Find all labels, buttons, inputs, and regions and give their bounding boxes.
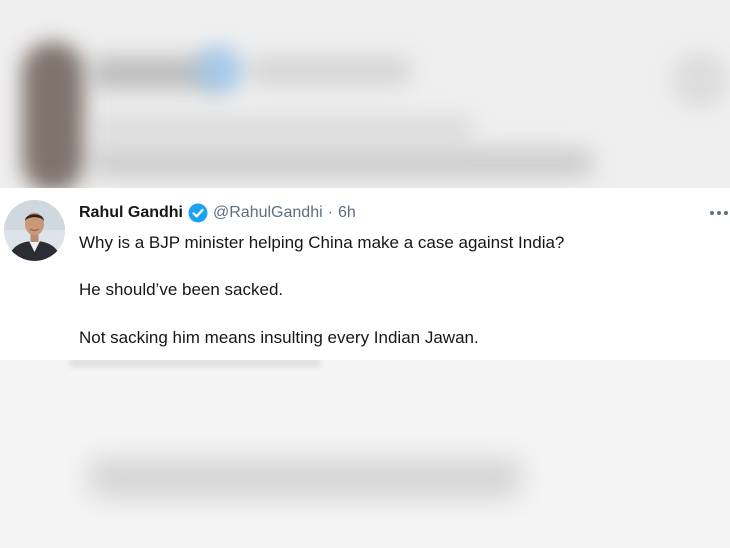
tweet-header: Rahul Gandhi @RahulGandhi · 6h	[79, 203, 356, 223]
blurred-next-content	[0, 360, 730, 548]
display-name[interactable]: Rahul Gandhi	[79, 204, 183, 222]
user-handle[interactable]: @RahulGandhi	[213, 204, 323, 222]
tweet-text-line: Not sacking him means insulting every In…	[79, 328, 479, 347]
avatar[interactable]	[4, 200, 65, 261]
blurred-avatar	[22, 42, 84, 188]
more-horizontal-icon	[710, 211, 728, 215]
timestamp[interactable]: 6h	[338, 204, 356, 222]
separator-dot: ·	[327, 204, 333, 221]
blurred-text-line	[92, 150, 592, 176]
avatar-photo	[4, 200, 65, 261]
tweet-card[interactable]: Rahul Gandhi @RahulGandhi · 6h Why is a …	[0, 188, 730, 360]
blurred-text-bar	[90, 460, 520, 496]
blurred-text-line	[92, 118, 472, 138]
blurred-handle	[250, 58, 410, 84]
more-options-button[interactable]	[708, 206, 730, 220]
blurred-previous-tweet	[0, 0, 730, 188]
tweet-text-line: Why is a BJP minister helping China make…	[79, 233, 565, 252]
blurred-more-icon	[672, 52, 728, 108]
blurred-badge	[196, 46, 244, 94]
verified-badge-icon	[188, 203, 208, 223]
blurred-strip	[70, 360, 320, 366]
tweet-text-line: He should’ve been sacked.	[79, 280, 284, 299]
